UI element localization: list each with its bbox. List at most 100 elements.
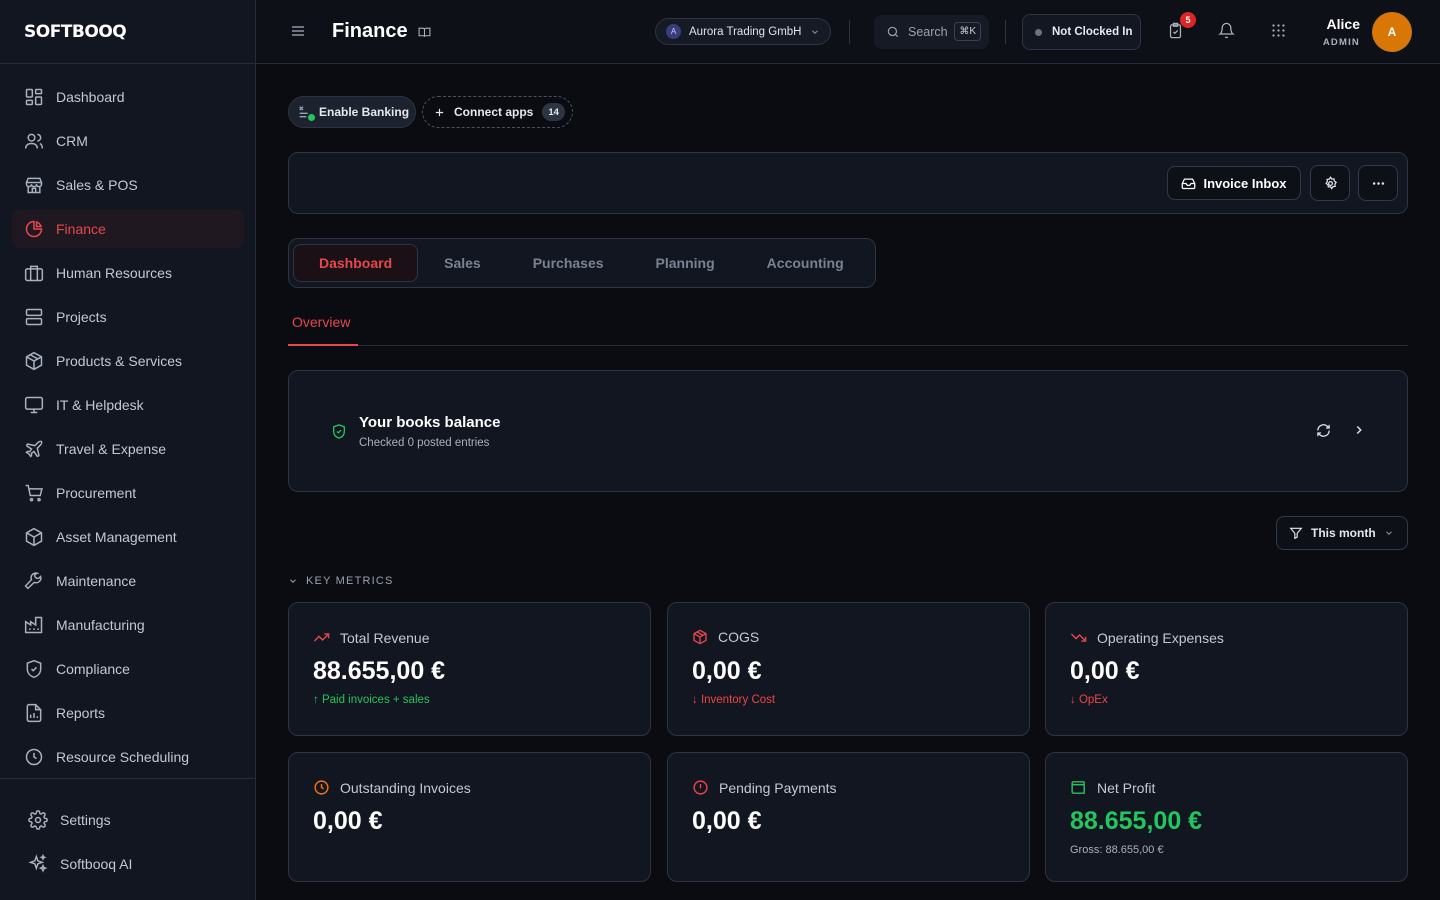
sidebar-item-asset-management[interactable]: Asset Management [12,518,244,556]
tab-purchases[interactable]: Purchases [507,244,630,282]
sidebar-item-sales-pos[interactable]: Sales & POS [12,166,244,204]
sidebar-item-travel-expense[interactable]: Travel & Expense [12,430,244,468]
menu-icon[interactable] [290,23,306,39]
metric-value: 88.655,00 € [313,657,446,685]
sidebar-item-projects[interactable]: Projects [12,298,244,336]
bell-icon[interactable] [1218,22,1235,39]
metric-card-cogs[interactable]: COGS 0,00 € ↓ Inventory Cost [667,602,1030,736]
tab-accounting[interactable]: Accounting [741,244,870,282]
company-switcher[interactable]: A Aurora Trading GmbH [655,18,831,45]
clock-icon [24,747,44,767]
book-icon[interactable] [418,26,431,39]
invoice-inbox-label: Invoice Inbox [1203,175,1287,191]
metric-card-outstanding-invoices[interactable]: Outstanding Invoices 0,00 € [288,752,651,882]
sidebar-item-compliance[interactable]: Compliance [12,650,244,688]
metric-label-row: Pending Payments [692,779,837,796]
clock-icon [313,779,330,796]
refresh-icon[interactable] [1316,423,1331,438]
sidebar-item-settings[interactable]: Settings [16,801,240,839]
key-metrics-toggle[interactable]: KEY METRICS [288,575,394,587]
sidebar-item-maintenance[interactable]: Maintenance [12,562,244,600]
report-icon [24,703,44,723]
search-shortcut: ⌘K [954,22,981,41]
search-button[interactable]: Search ⌘K [874,15,989,49]
filter-icon [1289,526,1303,540]
metric-card-pending-payments[interactable]: Pending Payments 0,00 € [667,752,1030,882]
users-icon [24,131,44,151]
more-options-button[interactable] [1358,165,1398,201]
metric-card-operating-expenses[interactable]: Operating Expenses 0,00 € ↓ OpEx [1045,602,1408,736]
sparkles-icon [28,854,48,874]
apps-grid-icon[interactable] [1270,22,1287,39]
chevron-right-icon[interactable] [1352,423,1366,437]
metric-label-row: COGS [692,629,759,645]
sidebar-item-it-helpdesk[interactable]: IT & Helpdesk [12,386,244,424]
sidebar-item-label: Travel & Expense [56,441,166,457]
sidebar-item-human-resources[interactable]: Human Resources [12,254,244,292]
pie-chart-icon [24,219,44,239]
period-filter[interactable]: This month [1276,516,1408,550]
sidebar-item-manufacturing[interactable]: Manufacturing [12,606,244,644]
tab-overview[interactable]: Overview [288,308,358,346]
gear-icon [1323,175,1338,191]
enable-banking-button[interactable]: Enable Banking [288,96,416,128]
metric-card-net-profit[interactable]: Net Profit 88.655,00 € Gross: 88.655,00 … [1045,752,1408,882]
metric-card-total-revenue[interactable]: Total Revenue 88.655,00 € ↑ Paid invoice… [288,602,651,736]
sidebar-bottom: Settings Softbooq AI [0,778,256,889]
filter-label: This month [1311,526,1376,540]
projects-icon [24,307,44,327]
settings-button[interactable] [1310,165,1350,201]
metric-label-row: Outstanding Invoices [313,779,471,796]
sidebar-item-label: Human Resources [56,265,172,281]
sidebar-item-label: Resource Scheduling [56,749,190,765]
metric-value: 88.655,00 € [1070,807,1203,835]
user-name[interactable]: Alice [1327,16,1360,32]
sidebar-item-label: Softbooq AI [60,856,133,872]
sidebar-item-label: Procurement [56,485,137,501]
subtabs: Overview [288,308,1408,346]
sidebar: SOFTBOOQ Dashboard CRM Sales & POS Finan… [0,0,256,900]
divider [1005,20,1006,44]
tab-planning[interactable]: Planning [630,244,741,282]
chevron-down-icon [1384,528,1394,538]
invoice-inbox-button[interactable]: Invoice Inbox [1167,166,1301,200]
divider [849,20,850,44]
clock-in-status[interactable]: Not Clocked In [1022,14,1141,50]
sidebar-item-procurement[interactable]: Procurement [12,474,244,512]
sidebar-item-products-services[interactable]: Products & Services [12,342,244,380]
books-balance-card[interactable]: Your books balance Checked 0 posted entr… [288,370,1408,492]
sidebar-item-label: IT & Helpdesk [56,397,144,413]
sidebar-item-softbooq-ai[interactable]: Softbooq AI [16,845,240,883]
search-label: Search [908,25,948,39]
factory-icon [24,615,44,635]
sidebar-item-crm[interactable]: CRM [12,122,244,160]
balance-subtitle: Checked 0 posted entries [359,437,490,449]
inbox-icon [1181,176,1196,191]
sidebar-item-finance[interactable]: Finance [12,210,244,248]
sidebar-item-reports[interactable]: Reports [12,694,244,732]
trend-down-icon [1070,629,1087,646]
sidebar-item-label: Maintenance [56,573,137,589]
sidebar-item-label: Asset Management [56,529,177,545]
sidebar-item-dashboard[interactable]: Dashboard [12,78,244,116]
tab-dashboard[interactable]: Dashboard [293,244,419,282]
sidebar-item-label: Finance [56,221,106,237]
metric-label: Total Revenue [340,629,430,646]
finance-toolbar: Invoice Inbox [288,152,1408,214]
sidebar-item-label: Projects [56,309,107,325]
metric-value: 0,00 € [692,657,762,685]
trend-up-icon [313,629,330,646]
sidebar-item-label: Reports [56,705,106,721]
sidebar-item-resource-scheduling[interactable]: Resource Scheduling [12,738,244,776]
dashboard-icon [24,87,44,107]
metric-subtext: ↑ Paid invoices + sales [313,694,430,706]
sidebar-item-label: Products & Services [56,353,183,369]
package-icon [692,629,708,645]
metric-subtext: Gross: 88.655,00 € [1070,844,1164,856]
sidebar-item-label: Sales & POS [56,177,138,193]
logo[interactable]: SOFTBOOQ [24,22,127,42]
avatar[interactable]: A [1372,12,1412,52]
tab-sales[interactable]: Sales [418,244,507,282]
briefcase-icon [24,263,44,283]
connect-apps-button[interactable]: Connect apps 14 [422,96,573,128]
